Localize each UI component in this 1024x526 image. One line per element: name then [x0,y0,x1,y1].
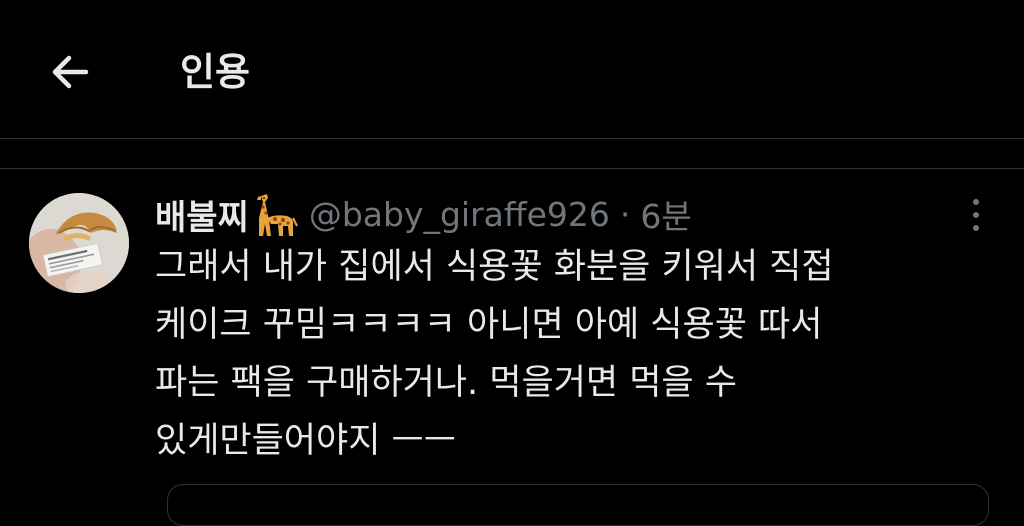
more-options-button[interactable] [958,195,994,235]
tweet-text-line: 파는 팩을 구매하거나. 먹을거면 먹을 수 [155,363,737,403]
top-bar: 인용 [0,0,1024,139]
tweet-header: 배불찌 @baby_giraffe926 · 6분 [155,188,692,240]
back-button[interactable] [44,48,96,96]
display-name[interactable]: 배불찌 [155,190,249,239]
page-title: 인용 [180,50,250,94]
quoted-tweet-card[interactable] [167,484,989,526]
tweet-text-line: 그래서 내가 집에서 식용꽃 화분을 키워서 직접 [155,247,834,287]
tweet-text-line: 케이크 꾸밈ㅋㅋㅋㅋ 아니면 아예 식용꽃 따서 [155,305,823,345]
tweet-timestamp[interactable]: 6분 [640,190,691,238]
more-vertical-icon [973,199,979,205]
more-vertical-icon-dot [973,225,979,231]
user-handle[interactable]: @baby_giraffe926 [309,195,610,234]
divider [0,168,1024,169]
separator-dot: · [619,194,631,234]
arrow-left-icon [52,55,89,89]
fortune-cookie-photo [29,193,129,293]
tweet-text: 그래서 내가 집에서 식용꽃 화분을 키워서 직접 케이크 꾸밈ㅋㅋㅋㅋ 아니면… [155,238,975,470]
more-vertical-icon-dot [973,212,979,218]
giraffe-emoji [256,194,298,236]
tweet-text-line: 있게만들어야지 ㅡㅡ [155,421,456,461]
avatar[interactable] [29,193,129,293]
